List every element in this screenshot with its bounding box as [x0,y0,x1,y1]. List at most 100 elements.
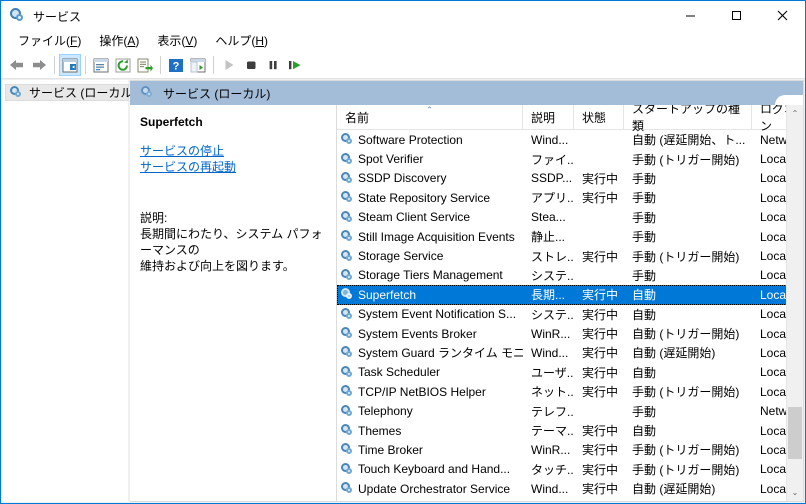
cell-description: Stea... [531,210,566,225]
services-gear-icon [341,462,354,476]
pane-banner: サービス (ローカル) [130,81,803,109]
table-row[interactable]: Storage Service ストレ... 実行中 手動 (トリガー開始) Local… [337,246,803,265]
table-row[interactable]: SSDP Discovery SSDP... 実行中 手動 Local S [337,169,803,188]
services-gear-icon [341,191,354,204]
cell-startup: 自動 (遅延開始、ト... [632,133,746,148]
stop-service-link[interactable]: サービスの停止 [140,143,224,159]
cell-description: ストレ... [531,249,574,264]
table-row[interactable]: Steam Client Service Stea... 手動 Local S [337,208,803,227]
cell-name: Task Scheduler [337,365,523,379]
minimize-button[interactable] [667,1,713,30]
restart-service-icon[interactable] [284,54,306,76]
properties-icon[interactable] [90,54,112,76]
column-header-startup[interactable]: スタートアップの種類 [624,105,752,133]
cell-startup: 手動 (トリガー開始) [632,249,740,264]
table-row[interactable]: Themes テーマ... 実行中 自動 Local S [337,421,803,440]
column-header-label: 名前 [345,110,370,125]
cell-name: System Guard ランタイム モニ... [337,344,523,361]
pause-service-icon[interactable] [262,54,284,76]
cell-description: Wind... [531,345,569,360]
menu-file[interactable]: ファイル(F) [9,32,90,51]
refresh-icon[interactable] [112,54,134,76]
description-label: 説明: [140,211,168,225]
menu-action-post: ) [135,34,140,48]
cell-status: 実行中 [582,249,619,264]
services-gear-icon [341,365,354,379]
maximize-button[interactable] [713,1,759,30]
toolbar: ? [1,52,805,79]
cell-name: Software Protection [337,133,523,147]
cell-name: State Repository Service [337,191,523,205]
service-name-text: SSDP Discovery [358,171,447,186]
show-console-tree-icon[interactable] [187,54,209,76]
menu-bar: ファイル(F) 操作(A) 表示(V) ヘルプ(H) [1,31,805,52]
stop-service-icon[interactable] [240,54,262,76]
cell-name: Time Broker [337,443,523,457]
services-gear-icon [341,424,354,437]
close-button[interactable] [759,1,805,30]
column-header-description[interactable]: 説明 [523,105,574,129]
cell-description: アプリ... [531,191,574,206]
scrollbar-thumb[interactable] [788,407,802,459]
cell-name: Spot Verifier [337,152,523,166]
table-row[interactable]: Time Broker WinR... 実行中 手動 (トリガー開始) Local S [337,440,803,459]
table-row[interactable]: Superfetch 長期... 実行中 自動 Local S [337,285,803,305]
cell-description: 長期... [531,288,566,303]
cell-name: Superfetch [337,288,523,302]
table-row[interactable]: Software Protection Wind... 自動 (遅延開始、ト... N… [337,130,803,149]
table-row[interactable]: UPnP Device Hostその コ...手動Local S [337,498,803,501]
separator-3 [160,56,161,74]
selected-service-name: Superfetch [140,115,203,129]
table-row[interactable]: Storage Tiers Management システ... 手動 Local S [337,266,803,285]
menu-action[interactable]: 操作(A) [90,32,148,51]
cell-status: 実行中 [582,307,619,322]
description-line-1: 長期間にわたり、システム パフォーマンスの [140,227,323,257]
results-pane: サービス (ローカル) Superfetch サービスの停止 サービスの再起動 … [130,80,804,502]
table-row[interactable]: System Guard ランタイム モニ... Wind... 実行中 自動 (遅延… [337,343,803,362]
column-header-status[interactable]: 状態 [574,105,624,129]
service-name-text: System Event Notification S... [358,307,517,322]
cell-status: 実行中 [582,443,619,458]
vertical-scrollbar[interactable]: ⌃ ⌄ [786,105,803,501]
table-row[interactable]: System Events Broker WinR... 実行中 自動 (トリガー開始… [337,324,803,343]
service-name-text: Task Scheduler [358,365,441,380]
table-row[interactable]: Task Scheduler ユーザ... 実行中 自動 Local S [337,363,803,382]
table-row[interactable]: TCP/IP NetBIOS Helper ネット... 実行中 手動 (トリガー開始… [337,382,803,401]
cell-startup: 自動 [632,365,657,380]
cell-name: Update Orchestrator Service [337,482,523,496]
cell-description: テレフ... [531,404,574,419]
menu-action-pre: 操作( [99,34,128,48]
cell-status: 実行中 [582,424,619,439]
table-row[interactable]: Spot Verifier ファイ... 手動 (トリガー開始) Local S [337,149,803,168]
table-row[interactable]: Still Image Acquisition Events 静止... 手動 Loc… [337,227,803,246]
table-row[interactable]: State Repository Service アプリ... 実行中 手動 Local… [337,188,803,207]
show-hide-tree-icon[interactable] [59,54,81,76]
services-gear-icon [341,307,354,321]
cell-description: SSDP... [531,171,573,186]
table-row[interactable]: System Event Notification S... システ... 実行中自… [337,305,803,324]
services-gear-icon [341,171,354,185]
services-gear-icon [341,288,354,301]
menu-view[interactable]: 表示(V) [148,32,206,51]
cell-status: 実行中 [582,462,619,477]
table-row[interactable]: Update Orchestrator Service Wind... 実行中 自動 … [337,479,803,498]
services-gear-icon [341,268,354,282]
table-row[interactable]: Telephony テレフ... 手動 Networ [337,401,803,420]
back-arrow-icon[interactable] [6,54,28,76]
menu-help[interactable]: ヘルプ(H) [206,32,277,51]
help-icon[interactable]: ? [165,54,187,76]
scroll-down-icon[interactable]: ⌄ [787,484,803,501]
column-header-name[interactable]: 名前 ⌃ [337,105,523,129]
restart-service-link[interactable]: サービスの再起動 [140,159,236,175]
scroll-up-icon[interactable]: ⌃ [787,105,803,122]
service-name-text: System Events Broker [358,326,477,341]
services-list-view: 名前 ⌃ 説明 状態 スタートアップの種類 ログオン Software Protectio… [336,105,803,501]
forward-arrow-icon[interactable] [28,54,50,76]
table-row[interactable]: Touch Keyboard and Hand... タッチ... 実行中 手動 (ト… [337,460,803,479]
cell-startup: 手動 (トリガー開始) [632,443,740,458]
export-list-icon[interactable] [134,54,156,76]
cell-startup: 自動 (遅延開始) [632,482,716,497]
separator-2 [85,56,86,74]
sidebar-item-services-local[interactable]: サービス (ローカル) [5,84,136,101]
cell-description: タッチ... [531,462,574,477]
